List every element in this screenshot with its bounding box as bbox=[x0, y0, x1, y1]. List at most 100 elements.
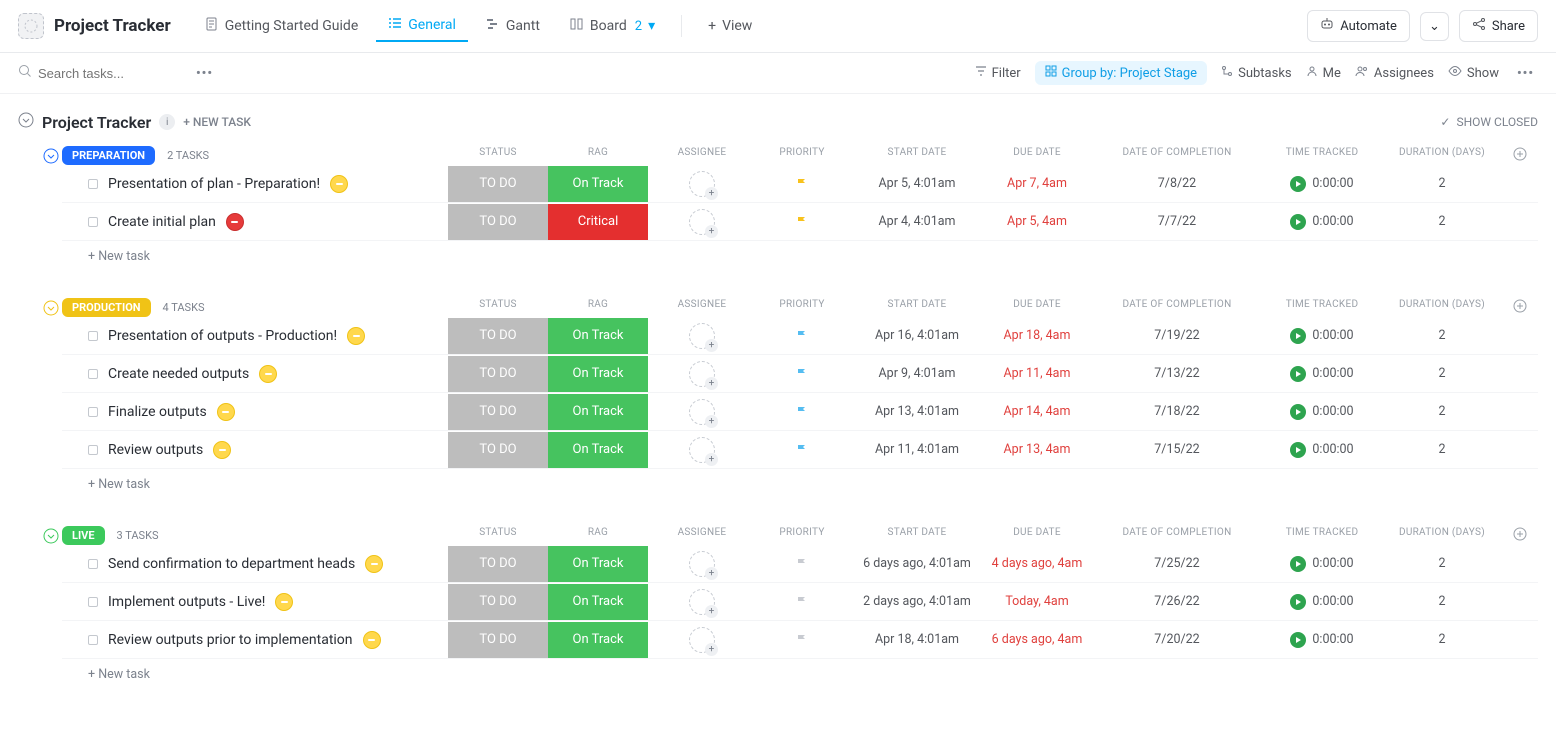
tab-board[interactable]: Board 2 ▾ bbox=[558, 11, 667, 41]
completion-date[interactable]: 7/19/22 bbox=[1154, 328, 1199, 343]
due-date[interactable]: Apr 5, 4am bbox=[1007, 214, 1067, 229]
assignee-placeholder[interactable] bbox=[689, 589, 715, 615]
status-pill[interactable]: TO DO bbox=[448, 622, 548, 658]
rag-pill[interactable]: On Track bbox=[548, 166, 648, 202]
share-button[interactable]: Share bbox=[1459, 10, 1538, 42]
col-start[interactable]: START DATE bbox=[852, 147, 982, 164]
status-square-icon[interactable] bbox=[88, 597, 98, 607]
assignee-placeholder[interactable] bbox=[689, 627, 715, 653]
info-icon[interactable]: i bbox=[159, 114, 175, 130]
automate-button[interactable]: Automate bbox=[1307, 10, 1410, 42]
status-pill[interactable]: TO DO bbox=[448, 356, 548, 392]
groupby-button[interactable]: Group by: Project Stage bbox=[1035, 61, 1207, 85]
play-icon[interactable] bbox=[1290, 176, 1306, 192]
completion-date[interactable]: 7/8/22 bbox=[1158, 176, 1196, 191]
duration-value[interactable]: 2 bbox=[1438, 176, 1445, 191]
time-tracked[interactable]: 0:00:00 bbox=[1262, 632, 1382, 648]
time-tracked[interactable]: 0:00:00 bbox=[1262, 404, 1382, 420]
col-start[interactable]: START DATE bbox=[852, 299, 982, 316]
col-duration[interactable]: DURATION (DAYS) bbox=[1382, 147, 1502, 164]
col-time[interactable]: TIME TRACKED bbox=[1262, 147, 1382, 164]
start-date[interactable]: Apr 16, 4:01am bbox=[875, 328, 959, 343]
due-date[interactable]: Apr 14, 4am bbox=[1004, 404, 1071, 419]
status-square-icon[interactable] bbox=[88, 331, 98, 341]
add-view-button[interactable]: + View bbox=[696, 12, 764, 40]
task-name-cell[interactable]: Presentation of outputs - Production! bbox=[62, 327, 448, 345]
duration-value[interactable]: 2 bbox=[1438, 214, 1445, 229]
time-tracked[interactable]: 0:00:00 bbox=[1262, 556, 1382, 572]
tab-general[interactable]: General bbox=[376, 10, 468, 42]
start-date[interactable]: Apr 4, 4:01am bbox=[879, 214, 956, 229]
time-tracked[interactable]: 0:00:00 bbox=[1262, 214, 1382, 230]
col-duration[interactable]: DURATION (DAYS) bbox=[1382, 527, 1502, 544]
status-pill[interactable]: TO DO bbox=[448, 432, 548, 468]
group-badge[interactable]: PRODUCTION bbox=[62, 298, 151, 317]
new-task-header-button[interactable]: + NEW TASK bbox=[183, 115, 251, 129]
col-due[interactable]: DUE DATE bbox=[982, 527, 1092, 544]
col-status[interactable]: STATUS bbox=[448, 147, 548, 164]
play-icon[interactable] bbox=[1290, 594, 1306, 610]
duration-value[interactable]: 2 bbox=[1438, 404, 1445, 419]
col-time[interactable]: TIME TRACKED bbox=[1262, 527, 1382, 544]
play-icon[interactable] bbox=[1290, 214, 1306, 230]
task-name-cell[interactable]: Send confirmation to department heads bbox=[62, 555, 448, 573]
status-pill[interactable]: TO DO bbox=[448, 318, 548, 354]
priority-flag-icon[interactable] bbox=[795, 177, 809, 191]
play-icon[interactable] bbox=[1290, 328, 1306, 344]
task-name-cell[interactable]: Create initial plan bbox=[62, 213, 448, 231]
completion-date[interactable]: 7/26/22 bbox=[1154, 594, 1199, 609]
priority-flag-icon[interactable] bbox=[795, 633, 809, 647]
task-name-cell[interactable]: Implement outputs - Live! bbox=[62, 593, 448, 611]
new-task-button[interactable]: + New task bbox=[88, 659, 1538, 690]
add-column-button[interactable] bbox=[1502, 299, 1538, 316]
task-row[interactable]: Create initial planTO DOCriticalApr 4, 4… bbox=[62, 203, 1538, 241]
col-status[interactable]: STATUS bbox=[448, 527, 548, 544]
priority-flag-icon[interactable] bbox=[795, 405, 809, 419]
play-icon[interactable] bbox=[1290, 442, 1306, 458]
show-closed-button[interactable]: ✓ SHOW CLOSED bbox=[1440, 115, 1538, 129]
task-row[interactable]: Review outputsTO DOOn TrackApr 11, 4:01a… bbox=[62, 431, 1538, 469]
col-rag[interactable]: RAG bbox=[548, 147, 648, 164]
add-column-button[interactable] bbox=[1502, 527, 1538, 544]
group-badge[interactable]: LIVE bbox=[62, 526, 105, 545]
filter-button[interactable]: Filter bbox=[975, 65, 1021, 81]
status-square-icon[interactable] bbox=[88, 217, 98, 227]
group-collapse-icon[interactable] bbox=[40, 300, 62, 316]
rag-pill[interactable]: On Track bbox=[548, 394, 648, 430]
start-date[interactable]: Apr 11, 4:01am bbox=[875, 442, 959, 457]
group-collapse-icon[interactable] bbox=[40, 528, 62, 544]
col-start[interactable]: START DATE bbox=[852, 527, 982, 544]
tab-getting-started[interactable]: Getting Started Guide bbox=[193, 11, 371, 41]
assignee-placeholder[interactable] bbox=[689, 437, 715, 463]
search-input[interactable] bbox=[38, 66, 178, 81]
col-assignee[interactable]: ASSIGNEE bbox=[652, 527, 752, 544]
assignee-placeholder[interactable] bbox=[689, 171, 715, 197]
start-date[interactable]: Apr 18, 4:01am bbox=[875, 632, 959, 647]
rag-pill[interactable]: On Track bbox=[548, 432, 648, 468]
rag-pill[interactable]: On Track bbox=[548, 546, 648, 582]
completion-date[interactable]: 7/7/22 bbox=[1158, 214, 1196, 229]
search-more-button[interactable]: ••• bbox=[192, 66, 217, 81]
status-square-icon[interactable] bbox=[88, 445, 98, 455]
workspace-icon[interactable] bbox=[18, 13, 44, 39]
col-status[interactable]: STATUS bbox=[448, 299, 548, 316]
start-date[interactable]: 6 days ago, 4:01am bbox=[863, 556, 971, 571]
priority-flag-icon[interactable] bbox=[795, 367, 809, 381]
col-priority[interactable]: PRIORITY bbox=[752, 299, 852, 316]
col-duration[interactable]: DURATION (DAYS) bbox=[1382, 299, 1502, 316]
priority-flag-icon[interactable] bbox=[795, 215, 809, 229]
col-due[interactable]: DUE DATE bbox=[982, 147, 1092, 164]
automate-dropdown[interactable]: ⌄ bbox=[1420, 12, 1449, 41]
col-complete[interactable]: DATE OF COMPLETION bbox=[1092, 527, 1262, 544]
col-due[interactable]: DUE DATE bbox=[982, 299, 1092, 316]
collapse-icon[interactable] bbox=[18, 112, 34, 132]
status-square-icon[interactable] bbox=[88, 179, 98, 189]
status-square-icon[interactable] bbox=[88, 369, 98, 379]
priority-flag-icon[interactable] bbox=[795, 443, 809, 457]
task-row[interactable]: Review outputs prior to implementationTO… bbox=[62, 621, 1538, 659]
subtasks-button[interactable]: Subtasks bbox=[1221, 65, 1292, 81]
completion-date[interactable]: 7/25/22 bbox=[1154, 556, 1199, 571]
me-button[interactable]: Me bbox=[1306, 65, 1341, 81]
duration-value[interactable]: 2 bbox=[1438, 328, 1445, 343]
status-pill[interactable]: TO DO bbox=[448, 166, 548, 202]
